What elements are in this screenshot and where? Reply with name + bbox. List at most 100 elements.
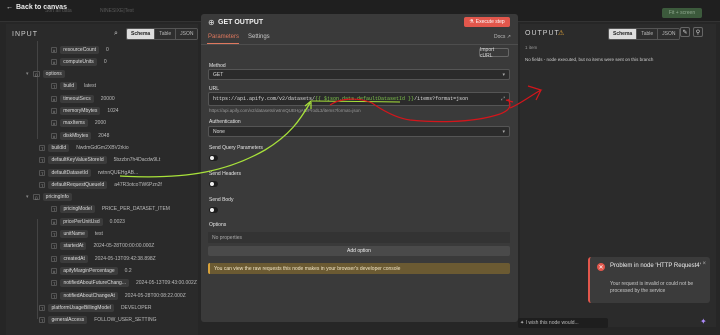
field-key[interactable]: timeoutSecs [60, 94, 94, 103]
chevron-down-icon: ▾ [502, 128, 505, 135]
field-key[interactable]: memoryMbytes [60, 107, 101, 115]
method-value: GET [213, 71, 224, 78]
type-badge: # [51, 46, 58, 53]
execute-step-button[interactable]: ⚗ Execute step [464, 17, 510, 27]
chevron-icon: ▾ [26, 71, 29, 78]
field-value: 2024-05-28T00:00:00.000Z [93, 243, 155, 250]
tab-table[interactable]: Table [637, 29, 659, 39]
fit-screen-button[interactable]: Fit + screen [662, 8, 702, 18]
type-badge: # [51, 58, 58, 65]
field-key[interactable]: maxItems [60, 119, 88, 128]
field-key[interactable]: createdAt [60, 254, 88, 263]
schema-row[interactable]: TdefaultDatasetId rwtnnQUEHgAB... [32, 168, 138, 177]
field-value: test [94, 231, 103, 237]
auth-select[interactable]: None ▾ [208, 126, 510, 137]
schema-row[interactable]: # memoryMbytes 1024 [44, 107, 119, 116]
schema-row[interactable]: ▾ {} options [26, 70, 72, 79]
field-key[interactable]: generalAccess [48, 316, 88, 325]
type-badge: # [51, 267, 58, 274]
schema-row[interactable]: TunitName test [44, 230, 103, 239]
field-key[interactable]: defaultRequestQueueId [48, 180, 108, 189]
type-badge: # [51, 108, 58, 114]
expand-icon[interactable]: ⤢ [501, 96, 505, 102]
url-input[interactable]: https://api.apify.com/v2/datasets/{{ $js… [208, 92, 510, 106]
field-key[interactable]: defaultDatasetId [48, 168, 91, 177]
field-key[interactable]: apifyMarginPercentage [60, 266, 118, 275]
field-key[interactable]: resourceCount [60, 45, 100, 54]
field-key[interactable]: computeUnits [60, 57, 97, 66]
field-key[interactable]: unitName [60, 230, 88, 238]
edit-output-button[interactable]: ✎ [680, 27, 690, 37]
field-key[interactable]: pricingModel [60, 205, 95, 214]
type-badge: T [51, 83, 58, 90]
external-link-icon: ↗ [506, 34, 511, 40]
tab-json[interactable]: JSON [658, 29, 680, 39]
schema-row[interactable]: TpricingModel PRICE_PER_DATASET_ITEM [44, 205, 170, 214]
schema-row[interactable]: # apifyMarginPercentage 0.2 [44, 266, 132, 275]
field-key[interactable]: build [60, 82, 78, 91]
search-icon[interactable]: ⌕ [114, 30, 118, 38]
field-key[interactable]: notifiedAboutFutureChang... [60, 279, 129, 288]
schema-row[interactable]: TnotifiedAboutChangeAt 2024-05-28T00:08:2… [44, 291, 186, 300]
schema-row[interactable]: # pricePerUnitUsd 0.0023 [44, 217, 125, 226]
docs-link[interactable]: Docs ↗ [494, 34, 511, 40]
field-value: 1024 [107, 108, 119, 114]
type-badge: T [51, 255, 58, 262]
schema-row[interactable]: TplatformUsageBillingModel DEVELOPER [32, 303, 152, 312]
options-label: Options [209, 222, 227, 228]
input-panel: INPUT ⌕ Schema Table JSON # resourceCount… [6, 24, 199, 335]
field-key[interactable]: platformUsageBillingModel [48, 303, 114, 312]
method-select[interactable]: GET ▾ [208, 69, 510, 80]
auth-label: Authentication [209, 119, 241, 125]
type-badge: T [39, 157, 46, 164]
field-key[interactable]: pricingInfo [42, 193, 72, 202]
field-key[interactable]: defaultKeyValueStoreId [48, 156, 107, 165]
node-title[interactable]: GET OUTPUT [218, 19, 263, 26]
warning-icon: ⚠ [558, 30, 565, 37]
tab-parameters[interactable]: Parameters [208, 34, 239, 40]
field-key[interactable]: notifiedAboutChangeAt [60, 291, 118, 300]
type-badge: T [51, 206, 58, 213]
import-curl-button[interactable]: Import cURL [479, 47, 509, 59]
tab-table[interactable]: Table [155, 29, 177, 39]
schema-row[interactable]: # timeoutSecs 20000 [44, 94, 115, 103]
schema-row[interactable]: TstartedAt 2024-05-28T00:00:00.000Z [44, 242, 154, 251]
close-icon[interactable]: × [702, 261, 706, 267]
tab-schema[interactable]: Schema [609, 29, 638, 39]
item-count: 1 item [525, 45, 538, 50]
schema-row[interactable]: Tbuild latest [44, 82, 96, 91]
field-value: 0.0023 [109, 218, 125, 225]
field-value: 0 [106, 46, 109, 53]
field-key[interactable]: pricePerUnitUsd [60, 217, 103, 226]
schema-row[interactable]: TcreatedAt 2024-05-13T09:42:38.898Z [44, 254, 156, 263]
schema-row[interactable]: TdefaultKeyValueStoreId 5bzzbn7h4Dacdw9Lt [32, 156, 160, 165]
schema-row[interactable]: # maxItems 2000 [44, 119, 106, 128]
tab-schema[interactable]: Schema [127, 29, 156, 39]
pin-output-button[interactable]: ⚲ [693, 27, 703, 37]
tab-json[interactable]: JSON [176, 29, 198, 39]
schema-row[interactable]: # computeUnits 0 [44, 57, 107, 66]
field-key[interactable]: options [42, 70, 65, 79]
send-query-toggle[interactable] [209, 155, 218, 161]
field-value: FOLLOW_USER_SETTING [94, 317, 157, 324]
send-headers-toggle[interactable] [209, 181, 218, 187]
error-icon: ✕ [597, 263, 605, 271]
schema-row[interactable]: TdefaultRequestQueueId a47R3otcoTW6Pzn2f [32, 180, 162, 189]
schema-row[interactable]: TgeneralAccess FOLLOW_USER_SETTING [32, 316, 156, 325]
send-body-toggle[interactable] [209, 207, 218, 213]
field-key[interactable]: buildId [48, 143, 70, 152]
schema-row[interactable]: # resourceCount 0 [44, 45, 109, 54]
ai-assistant-icon[interactable]: ✦ [700, 317, 707, 326]
field-key[interactable]: diskMbytes [60, 131, 92, 140]
tab-settings[interactable]: Settings [248, 34, 270, 40]
field-key[interactable]: startedAt [60, 242, 87, 251]
input-view-tabs: Schema Table JSON [126, 28, 199, 40]
add-option-button[interactable]: Add option [208, 246, 510, 256]
thumb-icon: ✦ [520, 320, 525, 326]
schema-row[interactable]: TnotifiedAboutFutureChang... 2024-05-13T0… [44, 279, 197, 288]
chevron-icon: ▾ [26, 194, 29, 201]
schema-row[interactable]: TbuildId NwdmGdGm2XBV2rkio [32, 143, 129, 152]
schema-row[interactable]: ▾ {} pricingInfo [26, 193, 79, 202]
schema-row[interactable]: # diskMbytes 2048 [44, 131, 109, 140]
developer-console-notice: You can view the raw requests this node … [208, 263, 510, 274]
